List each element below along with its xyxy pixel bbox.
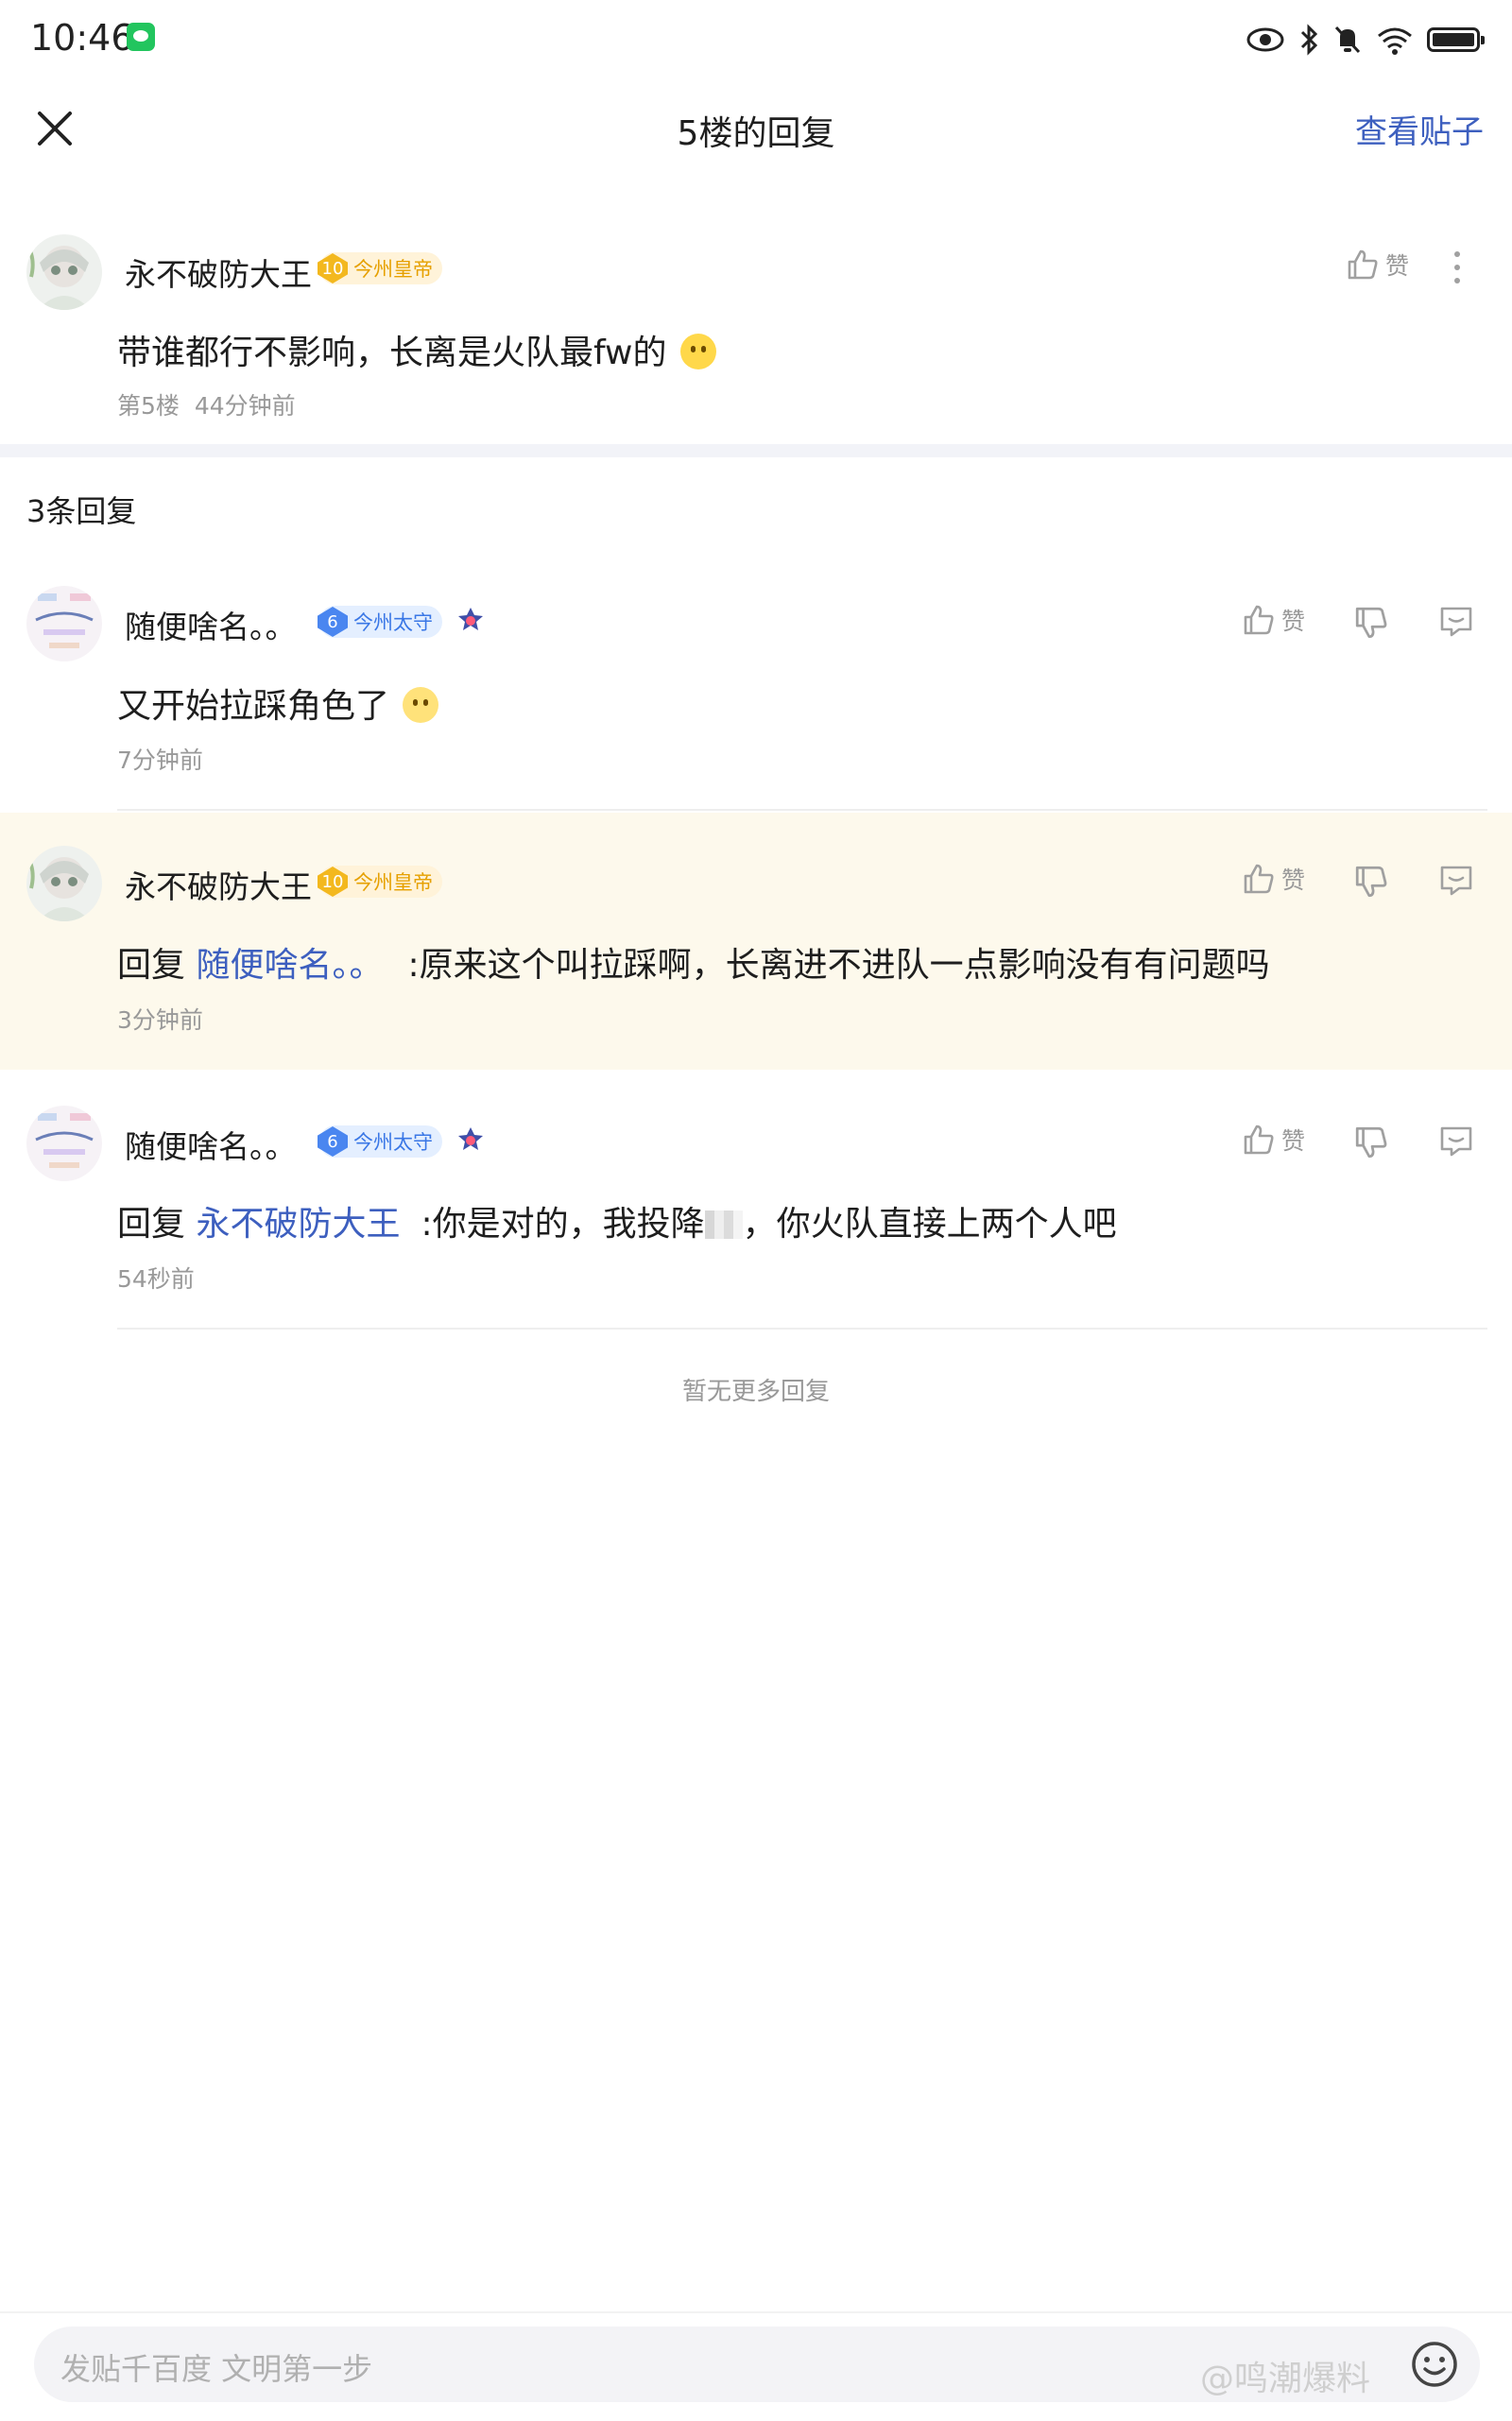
comment-button[interactable] bbox=[1438, 603, 1474, 643]
level-badge: 10 今州皇帝 bbox=[318, 252, 442, 284]
status-icons bbox=[1246, 21, 1485, 59]
reply-content: 回复 随便啥名。。:原来这个叫拉踩啊，长离进不进队一点影响没有有问题吗 bbox=[117, 946, 1270, 985]
comment-icon bbox=[1440, 866, 1472, 896]
avatar[interactable] bbox=[26, 1106, 102, 1181]
level-number: 6 bbox=[318, 607, 348, 637]
more-vertical-icon bbox=[1454, 251, 1460, 283]
row-divider bbox=[117, 809, 1487, 811]
post-content: 带谁都行不影响，长离是火队最fw的 bbox=[117, 325, 716, 374]
emoji-button[interactable] bbox=[1408, 2338, 1461, 2391]
dislike-button[interactable] bbox=[1353, 605, 1389, 644]
comment-button[interactable] bbox=[1438, 862, 1474, 901]
reply-to-user-link[interactable]: 永不破防大王 bbox=[196, 1205, 400, 1244]
thumbs-down-icon bbox=[1355, 866, 1387, 898]
comment-button[interactable] bbox=[1438, 1123, 1474, 1162]
battery-icon bbox=[1427, 27, 1485, 52]
thumbs-up-icon bbox=[1244, 605, 1274, 635]
username[interactable]: 随便啥名。。 bbox=[125, 602, 297, 647]
medal-icon bbox=[458, 608, 483, 630]
eye-icon bbox=[1246, 27, 1284, 52]
thumbs-up-icon bbox=[1244, 864, 1274, 894]
medal-icon bbox=[458, 1127, 483, 1150]
like-button[interactable]: 赞 bbox=[1242, 1123, 1305, 1157]
avatar[interactable] bbox=[26, 234, 102, 310]
avatar[interactable] bbox=[26, 846, 102, 921]
level-title: 今州皇帝 bbox=[353, 258, 433, 281]
reply-time: 3分钟前 bbox=[117, 1006, 203, 1034]
status-time: 10:46 bbox=[30, 17, 134, 59]
level-badge: 6 今州太守 bbox=[318, 606, 442, 638]
wifi-icon bbox=[1378, 27, 1412, 55]
floor-label: 第5楼 bbox=[117, 392, 180, 420]
comment-icon bbox=[1440, 1126, 1472, 1157]
level-number: 10 bbox=[318, 253, 348, 283]
thumbs-down-icon bbox=[1355, 607, 1387, 639]
like-button[interactable]: 赞 bbox=[1242, 603, 1305, 637]
level-title: 今州皇帝 bbox=[353, 871, 433, 894]
thumbs-up-icon bbox=[1348, 249, 1378, 280]
like-label: 赞 bbox=[1385, 252, 1410, 280]
thumbs-up-icon bbox=[1244, 1125, 1274, 1155]
bluetooth-icon bbox=[1300, 24, 1318, 56]
username[interactable]: 永不破防大王 bbox=[125, 249, 312, 295]
mute-bell-icon bbox=[1334, 26, 1361, 54]
more-options-button[interactable] bbox=[1444, 248, 1470, 291]
dislike-button[interactable] bbox=[1353, 864, 1389, 903]
level-badge: 10 今州皇帝 bbox=[318, 866, 442, 898]
reply-content: 回复 永不破防大王:你是对的，我投降 ，你火队直接上两个人吧 bbox=[117, 1205, 1117, 1244]
section-divider bbox=[0, 444, 1512, 457]
smile-icon bbox=[1412, 2342, 1457, 2387]
level-title: 今州太守 bbox=[353, 1131, 433, 1154]
sweat-emoji-icon bbox=[403, 687, 439, 723]
reply-content: 又开始拉踩角色了 bbox=[117, 678, 439, 728]
reply-count: 3条回复 bbox=[26, 493, 137, 529]
username[interactable]: 永不破防大王 bbox=[125, 862, 312, 907]
reply-time: 7分钟前 bbox=[117, 747, 203, 774]
like-label: 赞 bbox=[1281, 608, 1306, 635]
watermark: @鸣潮爆料 bbox=[1200, 2360, 1371, 2398]
page-title: 5楼的回复 bbox=[677, 114, 835, 153]
smile-emoji-icon bbox=[679, 334, 716, 369]
level-number: 6 bbox=[318, 1126, 348, 1157]
reply-input-placeholder: 发贴千百度 文明第一步 bbox=[60, 2351, 373, 2387]
like-button[interactable]: 赞 bbox=[1346, 248, 1409, 282]
wechat-notification-icon bbox=[127, 23, 155, 51]
comment-icon bbox=[1440, 607, 1472, 637]
thumbs-down-icon bbox=[1355, 1126, 1387, 1159]
view-post-link[interactable]: 查看贴子 bbox=[1355, 106, 1484, 152]
like-button[interactable]: 赞 bbox=[1242, 862, 1305, 896]
level-badge: 6 今州太守 bbox=[318, 1125, 442, 1158]
reply-time: 54秒前 bbox=[117, 1265, 195, 1293]
dislike-button[interactable] bbox=[1353, 1125, 1389, 1164]
avatar[interactable] bbox=[26, 586, 102, 661]
no-more-replies: 暂无更多回复 bbox=[681, 1378, 830, 1406]
row-divider bbox=[117, 1328, 1487, 1330]
like-label: 赞 bbox=[1281, 1127, 1306, 1155]
post-meta: 第5楼 44分钟前 bbox=[117, 387, 296, 421]
censored-image bbox=[704, 1210, 743, 1239]
reply-to-user-link[interactable]: 随便啥名。。 bbox=[196, 946, 383, 985]
post-time: 44分钟前 bbox=[194, 392, 296, 420]
level-title: 今州太守 bbox=[353, 611, 433, 634]
username[interactable]: 随便啥名。。 bbox=[125, 1122, 297, 1167]
like-label: 赞 bbox=[1281, 867, 1306, 894]
